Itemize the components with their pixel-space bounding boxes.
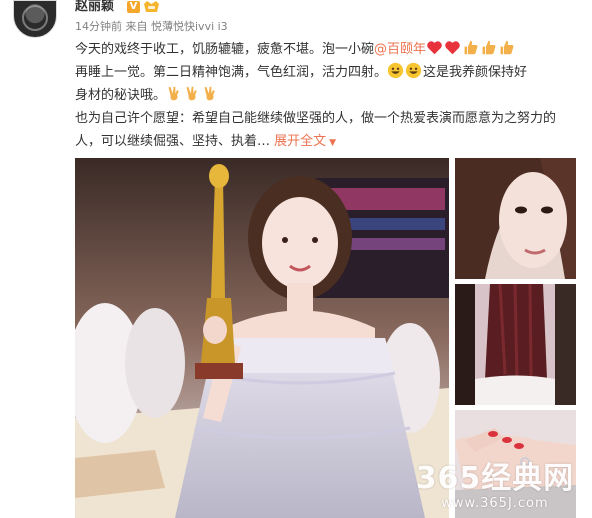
main-photo[interactable] <box>75 158 449 518</box>
thumbs-up-icon <box>500 40 514 55</box>
avatar[interactable] <box>13 0 57 38</box>
grin-icon <box>387 62 404 79</box>
victory-hand-icon <box>186 86 197 101</box>
chevron-down-icon[interactable]: ▼ <box>329 138 336 148</box>
user-name[interactable]: 赵丽颖 <box>75 0 114 14</box>
thumbnail-photo-hair[interactable] <box>455 284 576 405</box>
grin-icon <box>405 62 422 79</box>
mention-link[interactable]: @百颐年 <box>374 42 426 57</box>
post-line-1: 今天的戏终于收工，饥肠辘辘，疲惫不堪。泡一小碗@百颐年 <box>75 38 575 61</box>
thumbnail-photo-hands[interactable] <box>455 410 576 518</box>
post-text-segment: 身材的秘诀哦。 <box>75 88 167 103</box>
post-text-segment: 今天的戏终于收工，饥肠辘辘，疲惫不堪。泡一小碗 <box>75 42 375 57</box>
thumbs-up-icon <box>482 40 496 55</box>
post-paragraph-2: 也为自己许个愿望：希望自己能继续做坚强的人，做一个热爱表演而愿意为之努力的人，可… <box>75 107 575 155</box>
post-time[interactable]: 14分钟前 <box>75 20 122 33</box>
vip-member-icon[interactable] <box>143 0 160 13</box>
post-text-segment: 再睡上一觉。第二日精神饱满，气色红润，活力四射。 <box>75 65 388 80</box>
source-prefix: 来自 <box>125 20 148 33</box>
post-line-2: 再睡上一觉。第二日精神饱满，气色红润，活力四射。 这是我养颜保持好 <box>75 61 575 84</box>
heart-icon <box>445 41 460 55</box>
expand-label[interactable]: 展开全文 <box>274 134 326 149</box>
heart-icon <box>427 41 442 55</box>
post-source[interactable]: 悦薄悦快ivvi i3 <box>151 20 228 33</box>
thumbnail-photo-face[interactable] <box>455 158 576 279</box>
expand-full-text-link[interactable]: 展开全文 ▼ <box>274 134 336 149</box>
post-meta: 14分钟前 来自 悦薄悦快ivvi i3 <box>75 20 228 33</box>
thumbs-up-icon <box>464 40 478 55</box>
post-text: 今天的戏终于收工，饥肠辘辘，疲惫不堪。泡一小碗@百颐年 再睡上一觉。第二日精神饱… <box>75 38 575 155</box>
victory-hand-icon <box>168 86 179 101</box>
victory-hand-icon <box>204 86 215 101</box>
post-text-segment: 这是我养颜保持好 <box>423 65 528 80</box>
post-line-3: 身材的秘诀哦。 <box>75 84 575 107</box>
verified-badge[interactable]: V <box>127 1 140 13</box>
